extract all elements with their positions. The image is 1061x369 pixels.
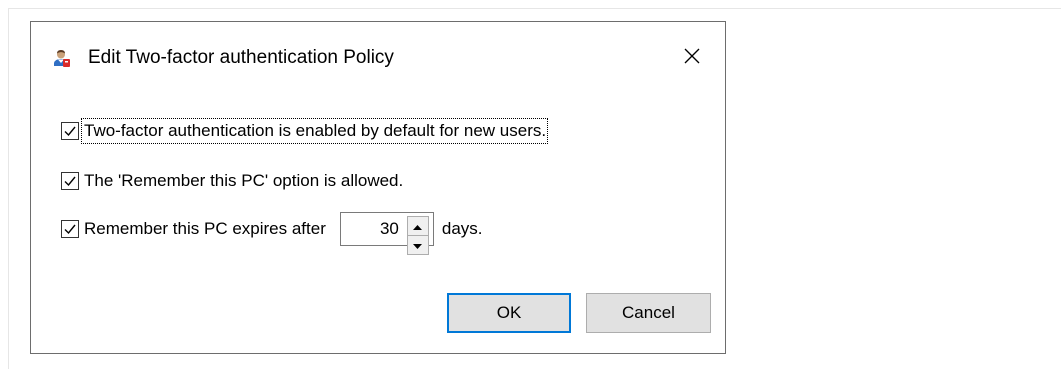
remember-expiry-label[interactable]: Remember this PC expires after — [84, 218, 326, 240]
stepper-up-button[interactable] — [406, 216, 429, 235]
arrow-down-icon — [413, 236, 423, 254]
expiry-days-stepper[interactable]: 30 — [339, 212, 434, 255]
remember-pc-label[interactable]: The 'Remember this PC' option is allowed… — [84, 170, 403, 192]
remember-expiry-option[interactable]: Remember this PC expires after 30 days. — [61, 212, 483, 255]
default-enabled-checkbox[interactable] — [61, 122, 79, 140]
stepper-down-button[interactable] — [406, 235, 429, 255]
remember-pc-checkbox[interactable] — [61, 172, 79, 190]
checkmark-icon — [64, 176, 76, 187]
remember-pc-option[interactable]: The 'Remember this PC' option is allowed… — [61, 168, 403, 194]
close-button[interactable] — [672, 38, 712, 78]
checkmark-icon — [64, 126, 76, 137]
close-icon — [684, 48, 700, 69]
expiry-unit-label: days. — [441, 219, 483, 238]
default-enabled-option[interactable]: Two-factor authentication is enabled by … — [61, 118, 549, 144]
arrow-up-icon — [413, 217, 423, 235]
user-shield-icon — [51, 48, 71, 68]
dialog-title: Edit Two-factor authentication Policy — [88, 47, 394, 68]
background-frame-top — [8, 8, 1061, 9]
ok-button[interactable]: OK — [447, 293, 571, 333]
expiry-days-value[interactable]: 30 — [380, 213, 399, 245]
checkmark-icon — [64, 224, 76, 235]
background-frame-left — [8, 8, 9, 369]
title-bar: Edit Two-factor authentication Policy — [31, 22, 725, 96]
cancel-button[interactable]: Cancel — [586, 293, 711, 333]
policy-dialog: Edit Two-factor authentication Policy Tw… — [30, 21, 726, 354]
stepper-buttons — [406, 216, 429, 255]
remember-expiry-checkbox[interactable] — [61, 220, 79, 238]
default-enabled-label[interactable]: Two-factor authentication is enabled by … — [80, 118, 549, 144]
